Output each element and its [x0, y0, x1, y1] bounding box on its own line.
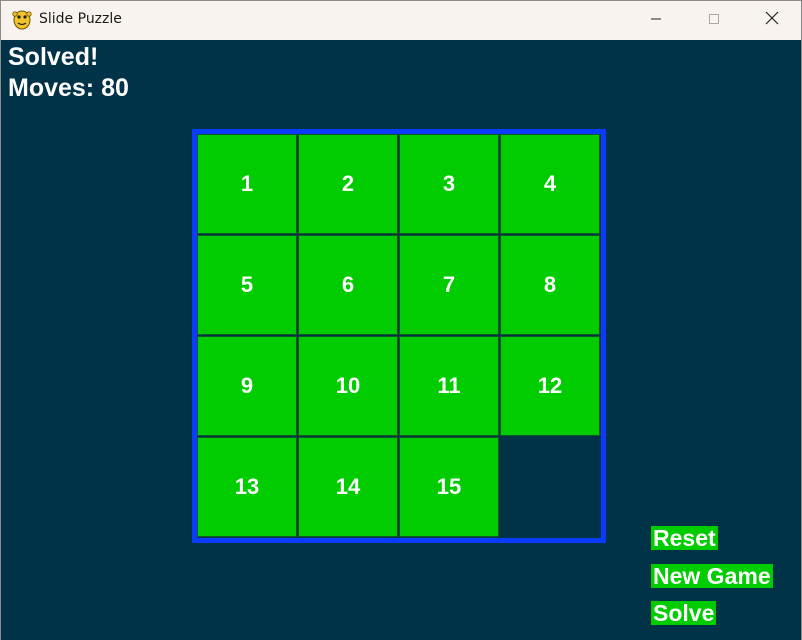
minimize-button[interactable] — [627, 1, 685, 40]
game-area[interactable]: Solved! Moves: 80 1 2 3 4 5 6 7 8 9 10 1… — [1, 40, 801, 640]
minimize-icon — [650, 12, 662, 30]
title-bar[interactable]: Slide Puzzle — [1, 1, 801, 40]
close-button[interactable] — [743, 1, 801, 40]
tile[interactable]: 2 — [298, 134, 398, 234]
maximize-icon — [708, 12, 720, 30]
tile[interactable]: 8 — [500, 235, 600, 335]
tile[interactable]: 6 — [298, 235, 398, 335]
tile[interactable]: 7 — [399, 235, 499, 335]
tile[interactable]: 14 — [298, 437, 398, 537]
moves-value: 80 — [101, 74, 129, 102]
tile[interactable]: 4 — [500, 134, 600, 234]
maximize-button[interactable] — [685, 1, 743, 40]
tile[interactable]: 13 — [197, 437, 297, 537]
tile[interactable]: 5 — [197, 235, 297, 335]
tile[interactable]: 3 — [399, 134, 499, 234]
window-title: Slide Puzzle — [39, 11, 122, 27]
puzzle-board: 1 2 3 4 5 6 7 8 9 10 11 12 13 14 15 — [192, 129, 606, 543]
close-icon — [765, 11, 779, 30]
app-window: Slide Puzzle Solved! Moves: 80 1 2 3 4 5… — [0, 0, 802, 640]
board-grid: 1 2 3 4 5 6 7 8 9 10 11 12 13 14 15 — [197, 134, 601, 538]
tile[interactable]: 1 — [197, 134, 297, 234]
moves-label: Moves: — [8, 74, 95, 102]
new-game-button[interactable]: New Game — [651, 564, 773, 588]
moves-counter: Moves: 80 — [8, 74, 129, 103]
solve-button[interactable]: Solve — [651, 601, 717, 625]
python-logo-icon — [11, 9, 33, 31]
status-text: Solved! — [8, 43, 99, 71]
reset-button[interactable]: Reset — [651, 526, 718, 550]
tile[interactable]: 15 — [399, 437, 499, 537]
tile[interactable]: 11 — [399, 336, 499, 436]
tile[interactable]: 9 — [197, 336, 297, 436]
tile[interactable]: 10 — [298, 336, 398, 436]
tile[interactable]: 12 — [500, 336, 600, 436]
empty-slot[interactable] — [500, 437, 600, 537]
